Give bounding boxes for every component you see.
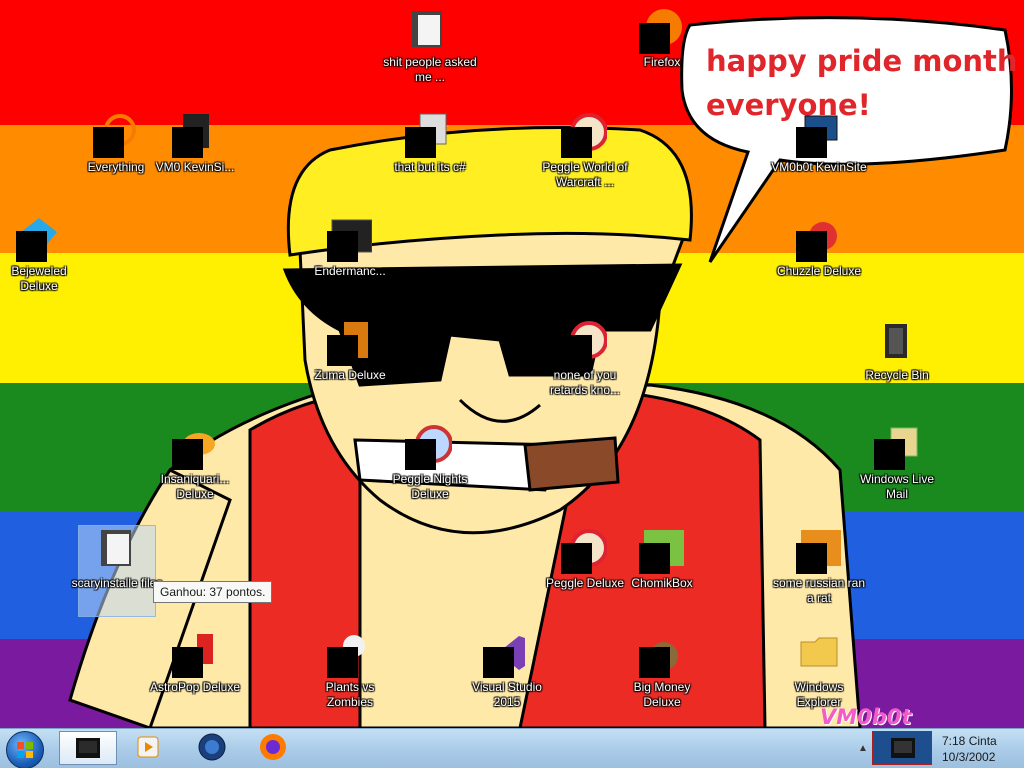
desktop-icon-label: Recycle Bin [865, 368, 929, 382]
clock-date: 10/3/2002 [942, 750, 996, 764]
desktop-icon-recycle-bin[interactable]: Recycle Bin [859, 318, 935, 408]
monitor-icon [76, 738, 100, 758]
censor-box [639, 23, 670, 54]
watermark-text: VM0b0t [820, 705, 912, 728]
censor-box [483, 647, 514, 678]
censor-box [172, 647, 203, 678]
media-player-icon [137, 736, 159, 758]
desktop-icon-label: ChomikBox [631, 576, 693, 590]
desktop-icon-shit-people[interactable]: shit people asked me ... [383, 5, 477, 95]
desktop-icon-label: Chuzzle Deluxe [776, 264, 862, 278]
desktop-icon-label: that but its c# [394, 160, 466, 174]
censor-box [561, 335, 592, 366]
folder-documents-icon [408, 5, 452, 49]
globe-icon [198, 733, 226, 761]
desktop-icon-label: VM0b0t KevinSite [771, 160, 867, 174]
speech-text-line-1: happy pride month [706, 44, 1018, 78]
taskbar-item-media-player[interactable] [120, 731, 178, 765]
tooltip: Ganhou: 37 pontos. [153, 581, 273, 603]
folder-icon [797, 630, 841, 674]
censor-box [874, 439, 905, 470]
firefox-icon [260, 734, 286, 760]
censor-box [405, 439, 436, 470]
censor-box [561, 543, 592, 574]
taskbar-item-vm-window[interactable] [59, 731, 117, 765]
desktop-icon-label: Peggle World of Warcraft ... [542, 160, 628, 189]
tray-app-icon[interactable] [872, 731, 932, 765]
censor-box [172, 127, 203, 158]
desktop-icon-label: Plants vs Zombies [325, 680, 375, 709]
desktop-icon-label: Bejeweled Deluxe [11, 264, 67, 293]
censor-box [172, 439, 203, 470]
desktop-icon-label: Windows Live Mail [859, 472, 935, 501]
desktop-icon-label: Insaniquari... Deluxe [160, 472, 230, 501]
clock-time: 7:18 Cinta [942, 734, 997, 748]
desktop-icon-label: AstroPop Deluxe [149, 680, 241, 694]
desktop-icon-scaryinstaller[interactable]: scaryinstalle files [72, 525, 162, 617]
clock[interactable]: 7:18 Cinta 10/3/2002 [942, 733, 997, 765]
censor-box [796, 127, 827, 158]
show-hidden-icons-button[interactable]: ▲ [858, 743, 868, 754]
desktop[interactable]: happy pride month everyone! shit people … [0, 0, 1024, 728]
folder-documents-icon [95, 526, 139, 570]
start-button[interactable] [6, 731, 44, 768]
desktop-icon-label: Peggle Nights Deluxe [392, 472, 468, 501]
desktop-icon-label: Zuma Deluxe [314, 368, 386, 382]
censor-box [327, 647, 358, 678]
censor-box [93, 127, 124, 158]
censor-box [796, 543, 827, 574]
monitor-icon [891, 738, 915, 758]
censor-box [639, 647, 670, 678]
censor-box [327, 231, 358, 262]
censor-box [16, 231, 47, 262]
taskbar-item-globe[interactable] [184, 731, 242, 765]
windows-logo-icon [17, 742, 33, 758]
taskbar-item-firefox[interactable] [245, 731, 303, 765]
recycle-bin-icon [875, 318, 919, 362]
censor-box [639, 543, 670, 574]
desktop-icon-label: Firefox [643, 55, 681, 69]
desktop-icon-label: Big Money Deluxe [633, 680, 691, 709]
desktop-icon-label: shit people asked me ... [383, 55, 477, 84]
desktop-icon-label: none of you retards kno... [549, 368, 621, 397]
cigar [523, 436, 620, 492]
desktop-icon-label: some russian ran a rat [772, 576, 866, 605]
desktop-icon-label: scaryinstalle files [71, 576, 163, 590]
desktop-icon-label: Visual Studio 2015 [472, 680, 542, 709]
desktop-icon-label: VM0 KevinSi... [155, 160, 235, 174]
censor-box [327, 335, 358, 366]
censor-box [796, 231, 827, 262]
censor-box [561, 127, 592, 158]
desktop-icon-label: Endermanc... [314, 264, 386, 278]
taskbar: ▲ 7:18 Cinta 10/3/2002 [0, 728, 1024, 768]
censor-box [405, 127, 436, 158]
